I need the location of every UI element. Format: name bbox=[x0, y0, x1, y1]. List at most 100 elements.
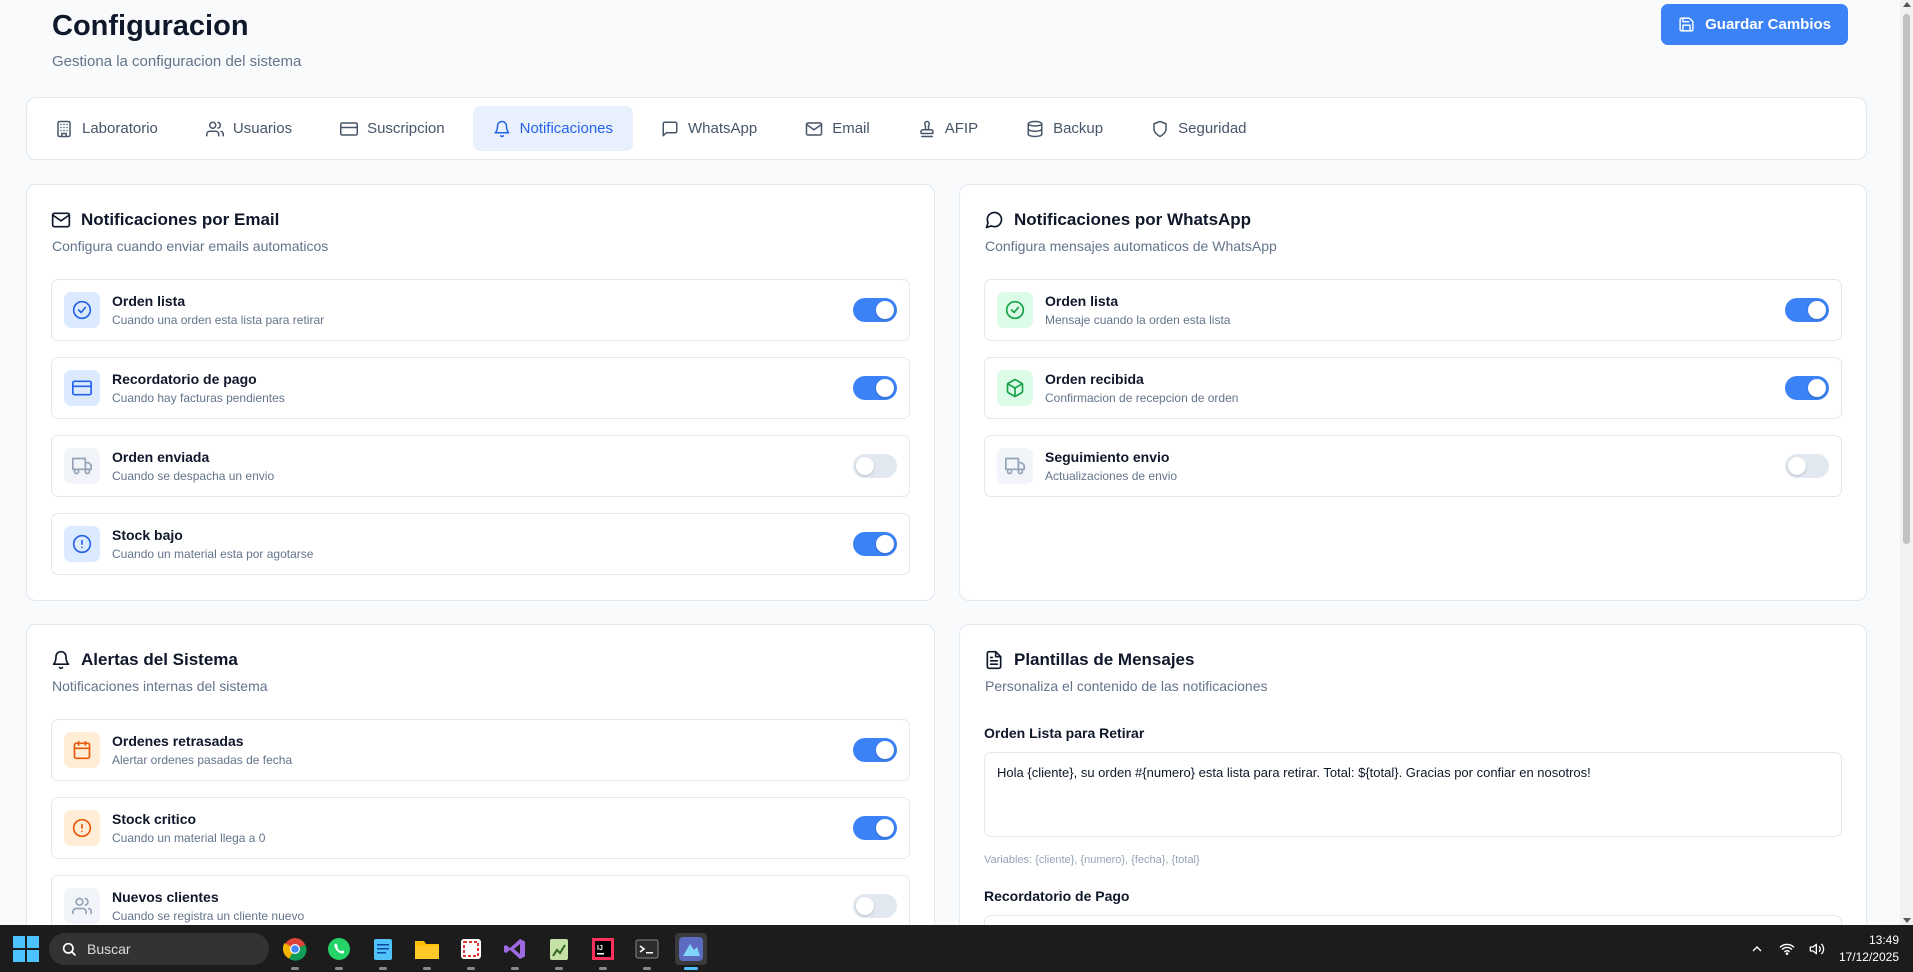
row-description: Cuando una orden esta lista para retirar bbox=[112, 313, 325, 327]
card-description: Configura cuando enviar emails automatic… bbox=[52, 238, 329, 254]
windows-start-icon[interactable] bbox=[13, 935, 39, 962]
card-title: Notificaciones por Email bbox=[51, 209, 910, 231]
tab-label: AFIP bbox=[944, 120, 979, 137]
taskbar-clock[interactable]: 13:49 17/12/2025 bbox=[1839, 932, 1899, 966]
message-templates-card: Plantillas de Mensajes Personaliza el co… bbox=[959, 624, 1867, 925]
template-recordatorio-pago-textarea[interactable] bbox=[984, 915, 1842, 925]
check-circle-icon bbox=[997, 292, 1033, 328]
toggle-switch[interactable] bbox=[853, 532, 897, 556]
tab-notificaciones[interactable]: Notificaciones bbox=[472, 106, 634, 151]
bell-icon bbox=[494, 120, 510, 137]
toggle-switch[interactable] bbox=[1785, 454, 1829, 478]
message-icon bbox=[662, 121, 678, 136]
alert-row-ordenes-retrasadas: Ordenes retrasadas Alertar ordenes pasada… bbox=[51, 719, 910, 781]
whatsapp-row-orden-recibida: Orden recibida Confirmacion de recepcion … bbox=[984, 357, 1842, 419]
bell-icon bbox=[52, 650, 70, 670]
snipping-tool-icon[interactable] bbox=[455, 933, 487, 970]
row-description: Cuando hay facturas pendientes bbox=[112, 391, 285, 405]
svg-text:IJ: IJ bbox=[597, 945, 603, 952]
card-title-text: Notificaciones por Email bbox=[81, 210, 280, 229]
row-label: Orden lista bbox=[112, 293, 186, 309]
alert-circle-icon bbox=[64, 526, 100, 562]
toggle-switch[interactable] bbox=[853, 376, 897, 400]
row-description: Alertar ordenes pasadas de fecha bbox=[112, 753, 293, 767]
tab-label: WhatsApp bbox=[688, 120, 758, 137]
volume-icon[interactable] bbox=[1809, 941, 1825, 957]
chrome-icon[interactable] bbox=[279, 933, 311, 970]
save-icon bbox=[1679, 17, 1694, 32]
tab-label: Laboratorio bbox=[82, 120, 158, 137]
toggle-switch[interactable] bbox=[1785, 298, 1829, 322]
calendar-icon bbox=[64, 732, 100, 768]
template-variables-hint: Variables: {cliente}, {numero}, {fecha},… bbox=[984, 854, 1200, 866]
row-description: Cuando un material esta por agotarse bbox=[112, 547, 314, 561]
credit-card-icon bbox=[340, 121, 359, 136]
card-title: Alertas del Sistema bbox=[51, 649, 910, 671]
tab-email[interactable]: Email bbox=[785, 106, 890, 151]
email-row-orden-enviada: Orden enviada Cuando se despacha un envio bbox=[51, 435, 910, 497]
card-description: Personaliza el contenido de las notifica… bbox=[985, 678, 1268, 694]
scroll-up-arrow-icon[interactable] bbox=[1903, 2, 1911, 7]
message-circle-icon bbox=[985, 211, 1003, 229]
clock-date: 17/12/2025 bbox=[1838, 949, 1899, 964]
toggle-switch[interactable] bbox=[853, 738, 897, 762]
tab-laboratorio[interactable]: Laboratorio bbox=[35, 106, 178, 151]
spreadsheet-icon[interactable] bbox=[543, 933, 575, 970]
tab-backup[interactable]: Backup bbox=[1006, 106, 1123, 151]
app-active-icon[interactable] bbox=[675, 932, 707, 970]
search-icon bbox=[62, 942, 76, 956]
card-title: Notificaciones por WhatsApp bbox=[984, 209, 1842, 231]
system-tray: 13:49 17/12/2025 bbox=[1749, 925, 1899, 972]
scroll-thumb[interactable] bbox=[1903, 14, 1910, 544]
page-subtitle: Gestiona la configuracion del sistema bbox=[52, 53, 302, 70]
save-changes-label: Guardar Cambios bbox=[1705, 16, 1831, 33]
building-icon bbox=[57, 120, 71, 137]
truck-icon bbox=[997, 448, 1033, 484]
tab-suscripcion[interactable]: Suscripcion bbox=[320, 106, 465, 151]
toggle-switch[interactable] bbox=[1785, 376, 1829, 400]
chevron-up-icon[interactable] bbox=[1749, 941, 1765, 957]
tab-whatsapp[interactable]: WhatsApp bbox=[641, 106, 777, 151]
check-circle-icon bbox=[64, 292, 100, 328]
template-orden-lista-textarea[interactable] bbox=[984, 752, 1842, 837]
tab-label: Seguridad bbox=[1178, 120, 1247, 137]
toggle-switch[interactable] bbox=[853, 894, 897, 918]
toggle-switch[interactable] bbox=[853, 454, 897, 478]
file-explorer-icon[interactable] bbox=[411, 933, 443, 970]
tab-label: Notificaciones bbox=[519, 120, 614, 137]
row-description: Mensaje cuando la orden esta lista bbox=[1045, 313, 1231, 327]
page-scrollbar[interactable] bbox=[1900, 0, 1913, 925]
terminal-icon[interactable] bbox=[631, 933, 663, 970]
tab-seguridad[interactable]: Seguridad bbox=[1131, 106, 1266, 151]
users-icon bbox=[64, 888, 100, 924]
toggle-switch[interactable] bbox=[853, 298, 897, 322]
visual-studio-icon[interactable] bbox=[499, 933, 531, 970]
scroll-down-arrow-icon[interactable] bbox=[1903, 918, 1911, 923]
row-description: Cuando se despacha un envio bbox=[112, 469, 275, 483]
whatsapp-row-seguimiento-envio: Seguimiento envio Actualizaciones de envi… bbox=[984, 435, 1842, 497]
template-recordatorio-pago-label: Recordatorio de Pago bbox=[984, 888, 1130, 904]
taskbar-search[interactable]: Buscar bbox=[49, 932, 269, 965]
tab-afip[interactable]: AFIP bbox=[898, 106, 998, 151]
row-label: Stock bajo bbox=[112, 527, 183, 543]
windows-taskbar: Buscar IJ 13:49 17/12/2025 bbox=[0, 925, 1913, 972]
row-label: Stock critico bbox=[112, 811, 197, 827]
stamp-icon bbox=[919, 120, 934, 137]
alert-circle-icon bbox=[64, 810, 100, 846]
row-description: Cuando se registra un cliente nuevo bbox=[112, 909, 305, 923]
email-notifications-card: Notificaciones por Email Configura cuand… bbox=[26, 184, 935, 601]
whatsapp-icon[interactable] bbox=[323, 933, 355, 970]
file-text-icon bbox=[986, 650, 1002, 670]
row-label: Ordenes retrasadas bbox=[112, 733, 244, 749]
tab-usuarios[interactable]: Usuarios bbox=[186, 106, 312, 151]
intellij-icon[interactable]: IJ bbox=[587, 933, 619, 970]
search-placeholder: Buscar bbox=[87, 940, 131, 957]
toggle-switch[interactable] bbox=[853, 816, 897, 840]
notepad-icon[interactable] bbox=[367, 933, 399, 970]
wifi-icon[interactable] bbox=[1779, 941, 1795, 957]
taskbar-apps: IJ bbox=[279, 932, 707, 970]
tab-label: Backup bbox=[1053, 120, 1104, 137]
save-changes-button[interactable]: Guardar Cambios bbox=[1661, 4, 1848, 45]
settings-page: Configuracion Gestiona la configuracion … bbox=[0, 0, 1900, 925]
truck-icon bbox=[64, 448, 100, 484]
